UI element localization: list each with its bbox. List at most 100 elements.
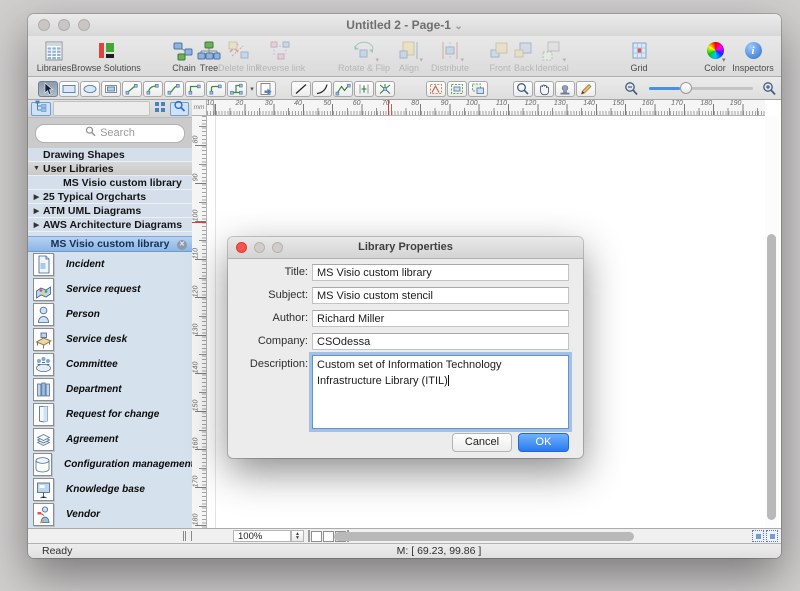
zoom-out-icon[interactable] (623, 81, 641, 97)
dropdown-caret-icon: ▾ (562, 57, 566, 64)
hand-tool-button[interactable] (534, 80, 554, 97)
subject-field[interactable] (312, 287, 569, 304)
snap-object-icon[interactable] (766, 530, 778, 542)
select-tool-button[interactable] (38, 80, 58, 97)
page-box-1[interactable] (311, 530, 322, 542)
v-ruler-label: 110 (192, 247, 200, 260)
sidebar-header (28, 100, 192, 118)
stamp-icon (557, 82, 573, 96)
tree-item-25-typical-orgcharts[interactable]: ▶ 25 Typical Orgcharts (28, 190, 192, 204)
snap-grid-icon[interactable] (752, 530, 764, 542)
library-item-request-for-change[interactable]: Request for change (28, 402, 192, 427)
pencil-tool-button[interactable] (576, 80, 596, 97)
toolbar-group: ▾ Rotate & Flip ▾ Align ▾ Distribute (335, 38, 475, 73)
library-item-configuration-management[interactable]: Configuration management ... (28, 452, 192, 477)
zoom-slider-thumb[interactable] (680, 82, 693, 94)
library-item-vendor[interactable]: Vendor (28, 502, 192, 527)
tree-button[interactable]: Tree (197, 38, 221, 73)
zoom-in-icon[interactable] (761, 81, 779, 97)
main-toolbar: Libraries Browse Solutions Chain Tree Delete… (28, 36, 781, 77)
library-item-agreement[interactable]: Agreement (28, 427, 192, 452)
library-item-knowledge-base[interactable]: Knowledge base (28, 477, 192, 502)
v-ruler-label: 160 (192, 437, 200, 450)
ellipse-tool-button[interactable] (80, 80, 100, 97)
toolbar-button-label: Color (704, 63, 726, 73)
author-field[interactable] (312, 310, 569, 327)
horizontal-scrollbar-thumb[interactable] (334, 531, 634, 541)
chain-button[interactable]: Chain (170, 38, 198, 73)
disclosure-right-icon[interactable]: ▶ (32, 221, 41, 229)
reshape-group-tool-button[interactable] (447, 80, 467, 97)
midline-tool-button[interactable] (354, 80, 374, 97)
connector-elbow-tool-button[interactable] (185, 80, 205, 97)
reshape-skew-tool-button[interactable] (426, 80, 446, 97)
tree-view-button[interactable] (31, 100, 51, 116)
search-input[interactable]: Search (35, 123, 185, 143)
zoom-stepper[interactable]: ▲ ▼ (291, 530, 304, 542)
window-titlebar[interactable]: Untitled 2 - Page-1 ⌄ (28, 14, 781, 37)
title-dropdown-icon[interactable]: ⌄ (454, 21, 462, 32)
color-button[interactable]: ▾ Color (701, 38, 729, 73)
library-item-label: Committee (66, 359, 118, 370)
inspectors-icon (744, 38, 762, 63)
library-panel-header[interactable]: MS Visio custom library ✕ (28, 236, 192, 252)
dialog-titlebar[interactable]: Library Properties (228, 237, 583, 259)
connector-direct-tool-button[interactable] (122, 80, 142, 97)
spline-tool-button[interactable] (375, 80, 395, 97)
library-item-person[interactable]: Person (28, 302, 192, 327)
board-icon (33, 478, 54, 501)
connector-rounded-tool-button[interactable] (206, 80, 226, 97)
connector-dropdown-icon[interactable]: ▾ (248, 85, 256, 93)
connector-arc-tool-button[interactable] (143, 80, 163, 97)
reshape-scale-tool-button[interactable] (468, 80, 488, 97)
rectangle-tool-button[interactable] (59, 80, 79, 97)
zoom-slider-track[interactable] (649, 82, 753, 94)
grid-button[interactable]: Grid (627, 38, 651, 73)
disclosure-right-icon[interactable]: ▶ (32, 207, 41, 215)
text-frame-tool-button[interactable] (101, 80, 121, 97)
toolbar-button-label: Inspectors (732, 63, 774, 73)
browse-solutions-button[interactable]: Browse Solutions (71, 38, 141, 73)
tree-item-ms-visio-custom-library[interactable]: MS Visio custom library (28, 176, 192, 190)
sidebar-search-button[interactable] (170, 100, 189, 116)
stamp-tool-button[interactable] (555, 80, 575, 97)
ok-button[interactable]: OK (518, 433, 569, 452)
arc-tool-button[interactable] (312, 80, 332, 97)
libraries-tree: Drawing Shapes ▼ User Libraries MS Visio cu… (28, 148, 192, 232)
midline-icon (356, 82, 372, 96)
horizontal-scrollbar[interactable] (328, 531, 751, 541)
connector-rounded-icon (208, 82, 224, 96)
connector-tree-tool-button[interactable] (227, 80, 247, 97)
close-library-icon[interactable]: ✕ (177, 239, 187, 250)
vertical-scrollbar-thumb[interactable] (766, 234, 776, 520)
connector-bezier-tool-button[interactable] (164, 80, 184, 97)
title-field[interactable] (312, 264, 569, 281)
tree-item-aws-architecture-diagrams[interactable]: ▶ AWS Architecture Diagrams (28, 218, 192, 232)
tree-item-user-libraries[interactable]: ▼ User Libraries (28, 162, 192, 176)
cancel-button[interactable]: Cancel (452, 433, 512, 452)
tree-item-atm-uml-diagrams[interactable]: ▶ ATM UML Diagrams (28, 204, 192, 218)
library-item-incident[interactable]: Incident (28, 252, 192, 277)
libraries-button[interactable]: Libraries (34, 38, 74, 73)
zoom-level-field[interactable]: 100% (233, 530, 291, 542)
tree-item-drawing-shapes[interactable]: Drawing Shapes (28, 148, 192, 162)
library-item-committee[interactable]: Committee (28, 352, 192, 377)
description-textarea[interactable]: Custom set of Information Technology Inf… (312, 355, 569, 429)
splitter-handle[interactable] (183, 531, 192, 541)
zoom-tool-button[interactable] (513, 80, 533, 97)
library-item-label: Service request (66, 284, 141, 295)
grid-view-button[interactable] (152, 101, 168, 116)
library-item-department[interactable]: Department (28, 377, 192, 402)
disclosure-down-icon[interactable]: ▼ (32, 165, 41, 172)
disclosure-right-icon[interactable]: ▶ (32, 193, 41, 201)
library-item-label: Agreement (66, 434, 119, 445)
vertical-scrollbar[interactable] (765, 116, 777, 528)
company-field[interactable] (312, 333, 569, 350)
polyline-tool-button[interactable] (333, 80, 353, 97)
inspectors-button[interactable]: Inspectors (729, 38, 777, 73)
insert-object-tool-button[interactable] (256, 80, 276, 97)
line-tool-button[interactable] (291, 80, 311, 97)
distribute-button: ▾ Distribute (425, 38, 475, 73)
library-item-service-request[interactable]: Service request (28, 277, 192, 302)
library-item-service-desk[interactable]: Service desk (28, 327, 192, 352)
